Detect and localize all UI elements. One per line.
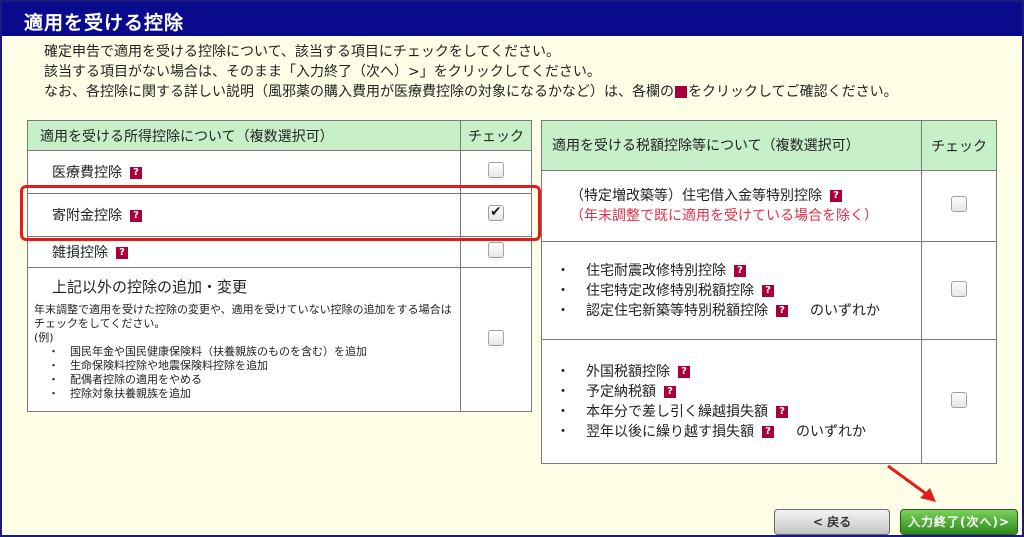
medical-expense-checkbox[interactable] <box>488 162 505 178</box>
back-button[interactable]: < 戻る <box>774 509 890 535</box>
check-column-header: チェック <box>460 120 532 151</box>
other-deduction-description: 年末調整で適用を受けた控除の変更や、適用を受けていない控除の追加をする場合はチェ… <box>28 303 460 411</box>
help-icon: ? <box>675 86 695 98</box>
list-item: ・生命保険料控除や地震保険料控除を追加 <box>48 359 268 372</box>
help-icon[interactable]: ? <box>762 425 774 438</box>
housing-loan-note: （年末調整で既に適用を受けている場合を除く） <box>570 208 878 224</box>
list-item: ・翌年以後に繰り越す損失額? のいずれか <box>556 423 866 440</box>
casualty-loss-deduction-label: 雑損控除 <box>52 245 108 261</box>
table-row: ・住宅耐震改修特別控除? ・住宅特定改修特別税額控除? ・認定住宅新築等特別税額… <box>540 241 997 340</box>
help-icon[interactable]: ? <box>734 264 746 277</box>
table-row: 上記以外の控除の追加・変更 年末調整で適用を受けた控除の変更や、適用を受けていな… <box>26 267 532 412</box>
list-item: ・認定住宅新築等特別税額控除? のいずれか <box>556 302 880 319</box>
help-icon[interactable]: ? <box>130 167 142 179</box>
help-icon[interactable]: ? <box>664 385 676 398</box>
check-column-header: チェック <box>921 120 997 171</box>
foreign-tax-credit-checkbox[interactable] <box>951 391 968 408</box>
help-icon[interactable]: ? <box>762 284 774 297</box>
housing-loan-deduction-label: （特定増改築等）住宅借入金等特別控除 <box>570 188 822 204</box>
instruction-line-2: 該当する項目がない場合は、そのまま「入力終了（次へ）>」をクリックしてください。 <box>44 64 601 80</box>
help-icon[interactable]: ? <box>678 365 690 378</box>
other-deduction-checkbox[interactable] <box>488 329 505 346</box>
casualty-loss-checkbox[interactable] <box>488 242 505 258</box>
list-item: ・住宅耐震改修特別控除? <box>556 261 911 281</box>
list-item: ・予定納税額? <box>556 382 911 402</box>
table-row: ・外国税額控除? ・予定納税額? ・本年分で差し引く繰越損失額? ・翌年以後に繰… <box>540 339 997 464</box>
list-item: ・住宅特定改修特別税額控除? <box>556 281 911 301</box>
list-item: ・国民年金や国民健康保険料（扶養親族のものを含む）を追加 <box>48 345 367 358</box>
list-item: ・控除対象扶養親族を追加 <box>48 387 191 400</box>
table-row: （特定増改築等）住宅借入金等特別控除? （年末調整で既に適用を受けている場合を除… <box>540 170 997 242</box>
list-item: ・本年分で差し引く繰越損失額? <box>556 402 911 422</box>
list-item: ・配偶者控除の適用をやめる <box>48 373 202 386</box>
help-icon[interactable]: ? <box>776 405 788 418</box>
income-deduction-header: 適用を受ける所得控除について（複数選択可） <box>26 120 462 151</box>
table-row: 雑損控除? <box>26 236 532 268</box>
housing-renovation-checkbox[interactable] <box>951 280 968 297</box>
other-deduction-title: 上記以外の控除の追加・変更 <box>52 278 248 296</box>
list-item: ・外国税額控除? <box>556 362 911 382</box>
instructions: 確定申告で適用を受ける控除について、該当する項目にチェックをしてください。 該当… <box>30 42 1005 102</box>
income-deduction-table: 適用を受ける所得控除について（複数選択可） チェック 医療費控除? 寄附金控除?… <box>26 120 532 412</box>
page-frame: 適用を受ける控除 確定申告で適用を受ける控除について、該当する項目にチェックをし… <box>0 0 1024 537</box>
finish-input-next-button[interactable]: 入力終了(次へ)> <box>900 509 1018 535</box>
page-title: 適用を受ける控除 <box>2 2 1022 36</box>
instruction-line-3: なお、各控除に関する詳しい説明（風邪薬の購入費用が医療費控除の対象になるかなど）… <box>44 84 898 100</box>
instruction-line-1: 確定申告で適用を受ける控除について、該当する項目にチェックをしてください。 <box>44 44 561 60</box>
housing-loan-checkbox[interactable] <box>951 196 968 212</box>
tax-credit-header: 適用を受ける税額控除等について（複数選択可） <box>540 120 923 171</box>
medical-expense-deduction-label: 医療費控除 <box>52 165 122 181</box>
help-icon[interactable]: ? <box>116 247 128 259</box>
arrow-icon <box>887 464 936 502</box>
tax-credit-table: 適用を受ける税額控除等について（複数選択可） チェック （特定増改築等）住宅借入… <box>540 120 997 464</box>
help-icon[interactable]: ? <box>830 190 842 202</box>
help-icon[interactable]: ? <box>776 304 788 317</box>
highlight-box <box>20 185 541 241</box>
